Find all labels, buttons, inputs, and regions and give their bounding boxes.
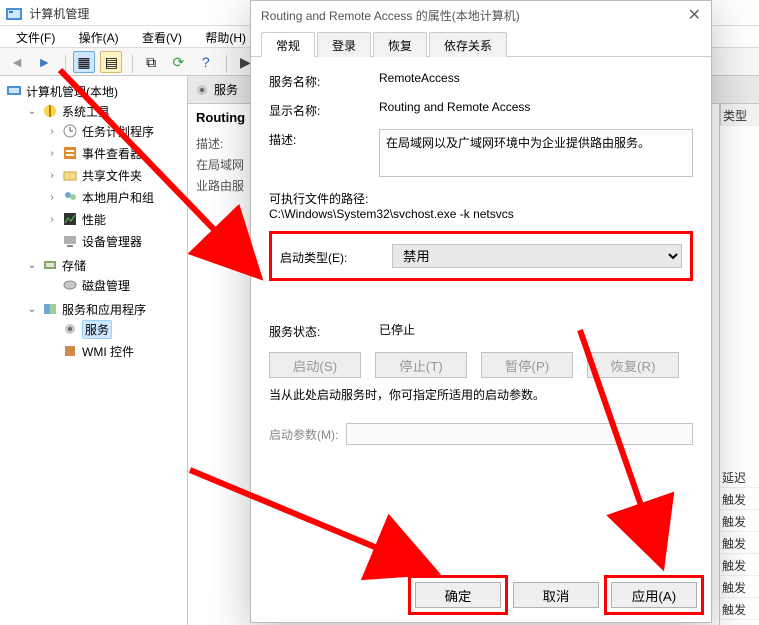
tree-disk-management[interactable]: 磁盘管理 bbox=[46, 276, 185, 294]
tools-icon bbox=[42, 103, 58, 119]
list-item[interactable]: 触发 bbox=[720, 554, 759, 576]
tree-local-users[interactable]: ›本地用户和组 bbox=[46, 188, 185, 206]
service-properties-dialog: Routing and Remote Access 的属性(本地计算机) ✕ 常… bbox=[250, 0, 712, 623]
menu-view[interactable]: 查看(V) bbox=[132, 26, 192, 46]
forward-icon[interactable]: ► bbox=[33, 51, 55, 73]
value-service-status: 已停止 bbox=[379, 321, 693, 340]
tree-task-scheduler[interactable]: ›任务计划程序 bbox=[46, 122, 185, 140]
event-icon bbox=[62, 145, 78, 161]
help-icon[interactable]: ? bbox=[195, 51, 217, 73]
list-item[interactable]: 触发 bbox=[720, 576, 759, 598]
tree-system-tools[interactable]: ⌄ 系统工具 bbox=[26, 102, 185, 120]
tab-dependencies[interactable]: 依存关系 bbox=[429, 32, 507, 57]
label-description: 描述: bbox=[269, 129, 379, 180]
services-header-label: 服务 bbox=[214, 81, 238, 98]
cancel-button[interactable]: 取消 bbox=[513, 582, 599, 608]
dialog-title: Routing and Remote Access 的属性(本地计算机) bbox=[261, 1, 520, 31]
label-service-status: 服务状态: bbox=[269, 321, 379, 340]
value-exe-path: C:\Windows\System32\svchost.exe -k netsv… bbox=[269, 207, 693, 221]
gear-icon bbox=[194, 82, 210, 98]
dialog-titlebar[interactable]: Routing and Remote Access 的属性(本地计算机) ✕ bbox=[251, 1, 711, 31]
tab-general[interactable]: 常规 bbox=[261, 32, 315, 57]
wmi-icon bbox=[62, 343, 78, 359]
disk-icon bbox=[62, 277, 78, 293]
menu-help[interactable]: 帮助(H) bbox=[195, 26, 256, 46]
chevron-right-icon[interactable]: › bbox=[46, 192, 58, 203]
properties-icon[interactable]: ▤ bbox=[100, 51, 122, 73]
stop-button[interactable]: 停止(T) bbox=[375, 352, 467, 378]
menu-file[interactable]: 文件(F) bbox=[6, 26, 65, 46]
list-item[interactable]: 触发 bbox=[720, 510, 759, 532]
computer-icon bbox=[6, 83, 22, 99]
tree-wmi-control[interactable]: WMI 控件 bbox=[46, 342, 185, 360]
tree-services[interactable]: 服务 bbox=[46, 320, 185, 338]
dialog-footer: 确定 取消 应用(A) bbox=[415, 582, 697, 608]
chevron-down-icon[interactable]: ⌄ bbox=[26, 260, 38, 271]
value-service-name: RemoteAccess bbox=[379, 71, 693, 90]
tree-services-apps[interactable]: ⌄ 服务和应用程序 bbox=[26, 300, 185, 318]
perf-icon bbox=[62, 211, 78, 227]
chevron-right-icon[interactable]: › bbox=[46, 170, 58, 181]
chevron-down-icon[interactable]: ⌄ bbox=[26, 106, 38, 117]
tree-root[interactable]: 计算机管理(本地) bbox=[6, 82, 185, 100]
value-display-name: Routing and Remote Access bbox=[379, 100, 693, 119]
users-icon bbox=[62, 189, 78, 205]
list-item[interactable]: 触发 bbox=[720, 488, 759, 510]
tree-device-manager[interactable]: 设备管理器 bbox=[46, 232, 185, 250]
menu-action[interactable]: 操作(A) bbox=[69, 26, 129, 46]
show-hide-icon[interactable]: ▦ bbox=[73, 51, 95, 73]
start-button[interactable]: 启动(S) bbox=[269, 352, 361, 378]
tab-logon[interactable]: 登录 bbox=[317, 32, 371, 57]
tree-performance[interactable]: ›性能 bbox=[46, 210, 185, 228]
nav-tree[interactable]: 计算机管理(本地) ⌄ 系统工具 ›任务计划程序 ›事件查看器 ›共享文件夹 bbox=[0, 76, 188, 625]
label-start-params: 启动参数(M): bbox=[269, 426, 338, 443]
dialog-tabs: 常规 登录 恢复 依存关系 bbox=[251, 31, 711, 57]
app-icon bbox=[6, 6, 22, 22]
label-service-name: 服务名称: bbox=[269, 71, 379, 90]
tab-recovery[interactable]: 恢复 bbox=[373, 32, 427, 57]
apply-button[interactable]: 应用(A) bbox=[611, 582, 697, 608]
services-column-right: 类型 延迟 触发 触发 触发 触发 触发 触发 触发 bbox=[719, 104, 759, 625]
resume-button[interactable]: 恢复(R) bbox=[587, 352, 679, 378]
close-icon[interactable]: ✕ bbox=[688, 1, 701, 31]
start-hint: 当从此处启动服务时，你可指定所适用的启动参数。 bbox=[269, 386, 693, 403]
window-title: 计算机管理 bbox=[29, 7, 89, 21]
chevron-down-icon[interactable]: ⌄ bbox=[26, 304, 38, 315]
clock-icon bbox=[62, 123, 78, 139]
tree-storage[interactable]: ⌄ 存储 bbox=[26, 256, 185, 274]
label-display-name: 显示名称: bbox=[269, 100, 379, 119]
tree-shared-folders[interactable]: ›共享文件夹 bbox=[46, 166, 185, 184]
tree-event-viewer[interactable]: ›事件查看器 bbox=[46, 144, 185, 162]
gear-icon bbox=[62, 321, 78, 337]
share-icon bbox=[62, 167, 78, 183]
list-item[interactable]: 触发 bbox=[720, 598, 759, 620]
list-item[interactable]: 触发 bbox=[720, 532, 759, 554]
refresh-icon[interactable]: ⟳ bbox=[167, 51, 189, 73]
list-item[interactable]: 触发 bbox=[720, 620, 759, 625]
startup-type-group: 启动类型(E): 禁用 bbox=[269, 231, 693, 281]
chevron-right-icon[interactable]: › bbox=[46, 126, 58, 137]
list-item[interactable]: 延迟 bbox=[720, 466, 759, 488]
ok-button[interactable]: 确定 bbox=[415, 582, 501, 608]
column-header-type[interactable]: 类型 bbox=[720, 104, 759, 126]
device-icon bbox=[62, 233, 78, 249]
storage-icon bbox=[42, 257, 58, 273]
chevron-right-icon[interactable]: › bbox=[46, 214, 58, 225]
label-exe-path: 可执行文件的路径: bbox=[269, 190, 693, 207]
chevron-right-icon[interactable]: › bbox=[46, 148, 58, 159]
start-params-input[interactable] bbox=[346, 423, 693, 445]
export-icon[interactable]: ⧉ bbox=[140, 51, 162, 73]
pause-button[interactable]: 暂停(P) bbox=[481, 352, 573, 378]
label-startup-type: 启动类型(E): bbox=[280, 247, 392, 266]
back-icon[interactable]: ◄ bbox=[6, 51, 28, 73]
description-textarea[interactable]: 在局域网以及广域网环境中为企业提供路由服务。 bbox=[379, 129, 693, 177]
startup-type-select[interactable]: 禁用 bbox=[392, 244, 682, 268]
services-apps-icon bbox=[42, 301, 58, 317]
service-action-buttons: 启动(S) 停止(T) 暂停(P) 恢复(R) bbox=[269, 352, 693, 378]
